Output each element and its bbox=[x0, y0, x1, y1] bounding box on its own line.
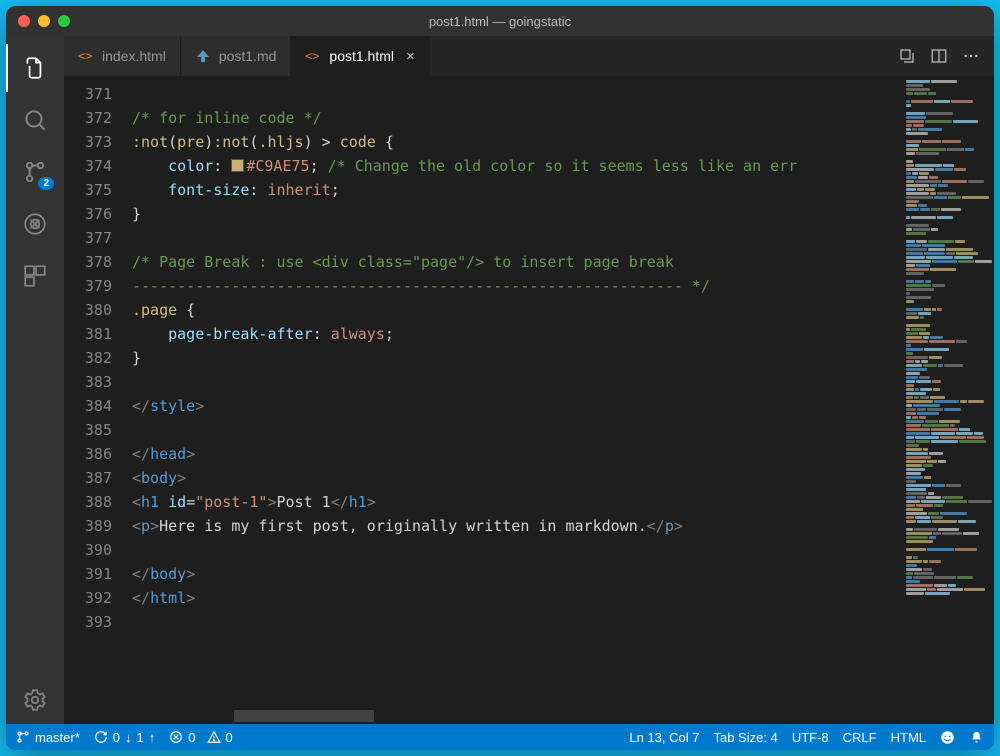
titlebar[interactable]: post1.html — goingstatic bbox=[6, 6, 994, 36]
close-window-button[interactable] bbox=[18, 15, 30, 27]
tab-bar: <> index.html post1.md <> post1.html × bbox=[64, 36, 994, 76]
compare-changes-icon[interactable] bbox=[898, 47, 916, 65]
extensions-icon[interactable] bbox=[6, 252, 64, 300]
app-window: post1.html — goingstatic 2 bbox=[6, 6, 994, 750]
tab-post1-md[interactable]: post1.md bbox=[181, 36, 292, 76]
code-content[interactable]: /* for inline code */:not(pre):not(.hljs… bbox=[124, 76, 904, 724]
encoding-status[interactable]: UTF-8 bbox=[792, 730, 829, 745]
markdown-file-icon bbox=[195, 48, 211, 64]
activity-bar: 2 bbox=[6, 36, 64, 724]
feedback-smiley-icon[interactable] bbox=[940, 730, 955, 745]
html-file-icon: <> bbox=[305, 48, 321, 64]
tab-post1-html[interactable]: <> post1.html × bbox=[291, 36, 429, 76]
tab-label: post1.html bbox=[329, 48, 394, 64]
settings-gear-icon[interactable] bbox=[6, 676, 64, 724]
git-sync-status[interactable]: 0↓ 1↑ bbox=[94, 730, 155, 745]
close-tab-icon[interactable]: × bbox=[406, 48, 415, 65]
notifications-bell-icon[interactable] bbox=[969, 730, 984, 745]
source-control-icon[interactable]: 2 bbox=[6, 148, 64, 196]
traffic-lights bbox=[18, 15, 70, 27]
tab-label: post1.md bbox=[219, 48, 277, 64]
more-actions-icon[interactable] bbox=[962, 47, 980, 65]
svg-text:<>: <> bbox=[305, 49, 319, 63]
cursor-position-status[interactable]: Ln 13, Col 7 bbox=[629, 730, 699, 745]
minimize-window-button[interactable] bbox=[38, 15, 50, 27]
split-editor-icon[interactable] bbox=[930, 47, 948, 65]
scrollbar-thumb[interactable] bbox=[234, 710, 374, 722]
editor-actions bbox=[884, 36, 994, 76]
tab-index-html[interactable]: <> index.html bbox=[64, 36, 181, 76]
workbench-body: 2 <> index.html post1.md bbox=[6, 36, 994, 724]
tab-label: index.html bbox=[102, 48, 166, 64]
eol-status[interactable]: CRLF bbox=[843, 730, 877, 745]
problems-status[interactable]: 0 0 bbox=[169, 730, 232, 745]
status-bar: master* 0↓ 1↑ 0 0 Ln 13, Col 7 Tab Size:… bbox=[6, 724, 994, 750]
git-branch-status[interactable]: master* bbox=[16, 730, 80, 745]
editor[interactable]: 371 372 373 374 375 376 377 378 379 380 … bbox=[64, 76, 994, 724]
svg-text:<>: <> bbox=[78, 49, 92, 63]
maximize-window-button[interactable] bbox=[58, 15, 70, 27]
explorer-icon[interactable] bbox=[6, 44, 64, 92]
line-number-gutter: 371 372 373 374 375 376 377 378 379 380 … bbox=[64, 76, 124, 724]
horizontal-scrollbar[interactable] bbox=[124, 710, 899, 722]
minimap[interactable] bbox=[904, 76, 994, 724]
search-icon[interactable] bbox=[6, 96, 64, 144]
scm-badge: 2 bbox=[38, 177, 54, 190]
indentation-status[interactable]: Tab Size: 4 bbox=[713, 730, 777, 745]
html-file-icon: <> bbox=[78, 48, 94, 64]
language-mode-status[interactable]: HTML bbox=[891, 730, 926, 745]
branch-name: master* bbox=[35, 730, 80, 745]
editor-group: <> index.html post1.md <> post1.html × bbox=[64, 36, 994, 724]
debug-icon[interactable] bbox=[6, 200, 64, 248]
window-title: post1.html — goingstatic bbox=[6, 14, 994, 29]
